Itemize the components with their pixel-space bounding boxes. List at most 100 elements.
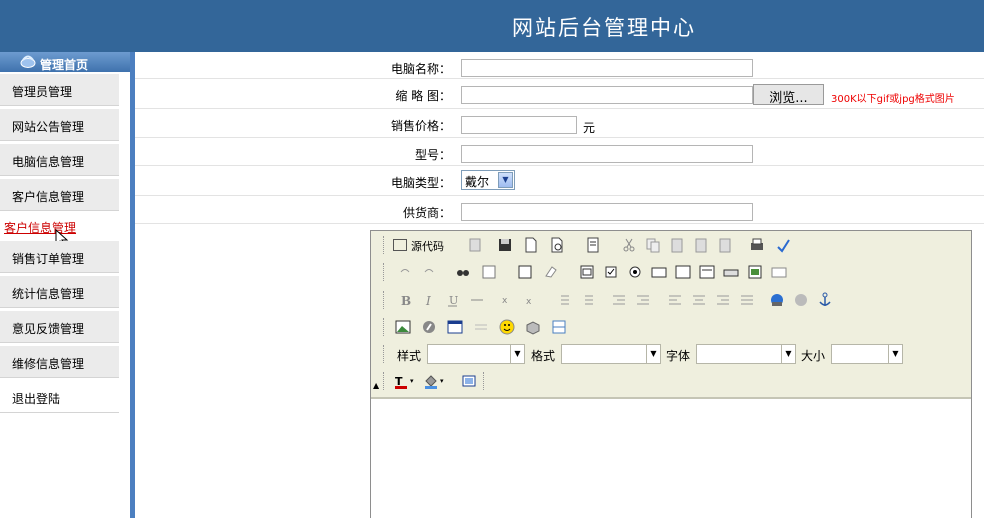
select-all-icon[interactable] xyxy=(515,262,535,282)
link-icon[interactable] xyxy=(767,290,787,310)
find-icon[interactable] xyxy=(453,262,473,282)
italic-icon[interactable]: I xyxy=(419,290,439,310)
header-bar: 网站后台管理中心 xyxy=(0,0,984,52)
sidebar-item-admin[interactable]: 管理员管理 xyxy=(0,74,119,106)
svg-text:I: I xyxy=(425,294,431,308)
indent-icon[interactable] xyxy=(633,290,653,310)
sidebar-item-label: 意见反馈管理 xyxy=(12,322,85,336)
sidebar-item-label: 管理员管理 xyxy=(12,85,73,99)
svg-text:x: x xyxy=(502,296,508,306)
copy-icon[interactable] xyxy=(643,235,663,255)
button-field-icon[interactable] xyxy=(721,262,741,282)
chevron-down-icon[interactable]: ▼ xyxy=(888,345,902,363)
radio-icon[interactable] xyxy=(625,262,645,282)
templates-icon[interactable] xyxy=(583,235,603,255)
thumbnail-note: 300K以下gif或jpg格式图片 xyxy=(831,94,955,105)
ordered-list-icon[interactable] xyxy=(553,290,573,310)
font-label: 字体 xyxy=(666,349,691,363)
print-icon[interactable] xyxy=(747,235,767,255)
underline-icon[interactable]: U xyxy=(443,290,463,310)
thumbnail-input[interactable] xyxy=(461,86,753,104)
sidebar-item-repairs[interactable]: 维修信息管理 xyxy=(0,346,119,378)
style-label: 样式 xyxy=(397,349,422,363)
source-code-button[interactable]: 源代码 xyxy=(391,235,453,255)
size-combo[interactable]: ▼ xyxy=(831,344,903,364)
superscript-icon[interactable]: x xyxy=(521,290,541,310)
save-icon[interactable] xyxy=(495,235,515,255)
paste-text-icon[interactable] xyxy=(691,235,711,255)
bold-icon[interactable]: B xyxy=(395,290,415,310)
sidebar-item-feedback[interactable]: 意见反馈管理 xyxy=(0,311,119,343)
font-combo[interactable]: ▼ xyxy=(696,344,796,364)
new-page-icon[interactable] xyxy=(521,235,541,255)
toolbar-separator xyxy=(383,291,386,309)
paste-word-icon[interactable] xyxy=(715,235,735,255)
outdent-icon[interactable] xyxy=(609,290,629,310)
align-center-icon[interactable] xyxy=(689,290,709,310)
cut-icon[interactable] xyxy=(619,235,639,255)
sidebar-item-logout[interactable]: 退出登陆 xyxy=(0,381,119,413)
chevron-down-icon[interactable]: ▼ xyxy=(510,345,524,363)
align-left-icon[interactable] xyxy=(665,290,685,310)
format-combo[interactable]: ▼ xyxy=(561,344,661,364)
preview-small-icon[interactable] xyxy=(465,235,485,255)
sidebar-item-label: 维修信息管理 xyxy=(12,357,85,371)
hidden-field-icon[interactable] xyxy=(769,262,789,282)
toolbar-row-6: T ▾ ▾ xyxy=(383,369,963,393)
editor-content-area[interactable] xyxy=(371,397,971,519)
image-button-icon[interactable] xyxy=(745,262,765,282)
background-color-icon[interactable]: ▾ xyxy=(423,371,449,391)
sidebar-home[interactable]: 管理首页 xyxy=(0,52,130,72)
type-select[interactable]: 戴尔 ▼ xyxy=(461,170,515,190)
style-combo[interactable]: ▼ xyxy=(427,344,525,364)
special-char-icon[interactable] xyxy=(523,317,543,337)
sidebar-item-customers[interactable]: 客户信息管理 xyxy=(0,179,119,211)
table-icon[interactable] xyxy=(445,317,465,337)
name-input[interactable] xyxy=(461,59,753,77)
align-right-icon[interactable] xyxy=(713,290,733,310)
strikethrough-icon[interactable] xyxy=(467,290,487,310)
checkbox-icon[interactable] xyxy=(601,262,621,282)
horizontal-rule-icon[interactable] xyxy=(471,317,491,337)
unlink-icon[interactable] xyxy=(791,290,811,310)
collapse-toolbar-icon[interactable]: ▲ xyxy=(373,381,379,390)
sidebar-item-orders[interactable]: 销售订单管理 xyxy=(0,241,119,273)
sidebar-item-computers[interactable]: 电脑信息管理 xyxy=(0,144,119,176)
spellcheck-icon[interactable] xyxy=(773,235,793,255)
toolbar-row-4 xyxy=(383,315,963,339)
text-color-icon[interactable]: T ▾ xyxy=(393,371,419,391)
maximize-icon[interactable] xyxy=(459,371,479,391)
image-icon[interactable] xyxy=(393,317,413,337)
sidebar-item-announcements[interactable]: 网站公告管理 xyxy=(0,109,119,141)
replace-icon[interactable] xyxy=(479,262,499,282)
page-break-icon[interactable] xyxy=(549,317,569,337)
textarea-icon[interactable] xyxy=(673,262,693,282)
remove-format-icon[interactable] xyxy=(541,262,561,282)
textfield-icon[interactable] xyxy=(649,262,669,282)
select-field-icon[interactable] xyxy=(697,262,717,282)
sidebar-home-label: 管理首页 xyxy=(40,58,89,72)
paste-icon[interactable] xyxy=(667,235,687,255)
align-justify-icon[interactable] xyxy=(737,290,757,310)
supplier-label: 供货商： xyxy=(402,206,451,220)
price-input[interactable] xyxy=(461,116,577,134)
preview-icon[interactable] xyxy=(547,235,567,255)
supplier-input[interactable] xyxy=(461,203,753,221)
svg-text:U: U xyxy=(449,294,458,307)
chevron-down-icon[interactable]: ▼ xyxy=(646,345,660,363)
anchor-icon[interactable] xyxy=(815,290,835,310)
undo-icon[interactable] xyxy=(395,262,415,282)
chevron-down-icon[interactable]: ▼ xyxy=(498,172,513,188)
form-icon[interactable] xyxy=(577,262,597,282)
subscript-icon[interactable]: x xyxy=(497,290,517,310)
model-input[interactable] xyxy=(461,145,753,163)
browse-button[interactable]: 浏览... xyxy=(753,84,824,106)
redo-icon[interactable] xyxy=(419,262,439,282)
sidebar-item-statistics[interactable]: 统计信息管理 xyxy=(0,276,119,308)
sidebar-item-label: 电脑信息管理 xyxy=(12,155,85,169)
flash-icon[interactable] xyxy=(419,317,439,337)
chevron-down-icon[interactable]: ▼ xyxy=(781,345,795,363)
smiley-icon[interactable] xyxy=(497,317,517,337)
unordered-list-icon[interactable] xyxy=(577,290,597,310)
toolbar-row-2 xyxy=(383,260,963,284)
